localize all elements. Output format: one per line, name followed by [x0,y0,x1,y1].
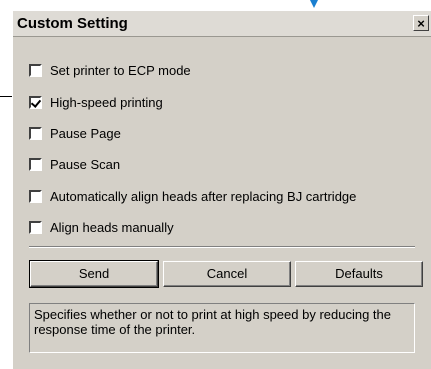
option-label: Automatically align heads after replacin… [50,188,357,204]
high-speed-checkbox[interactable] [29,95,42,109]
ecp-mode-checkbox[interactable] [29,63,42,77]
option-pause-page[interactable]: Pause Page [29,124,121,142]
option-high-speed-printing[interactable]: High-speed printing [29,93,163,111]
option-label: Align heads manually [50,219,174,235]
close-icon: × [417,16,425,31]
option-label: Pause Scan [50,156,121,172]
align-manually-checkbox[interactable] [29,220,42,234]
pause-scan-checkbox[interactable] [29,157,42,171]
description-box: Specifies whether or not to print at hig… [29,303,415,353]
option-label: Set printer to ECP mode [50,62,191,78]
dialog-title: Custom Setting [17,15,128,32]
option-label: High-speed printing [50,94,163,110]
callout-arrow-icon [310,0,318,8]
pause-page-checkbox[interactable] [29,126,42,140]
option-auto-align-heads[interactable]: Automatically align heads after replacin… [29,187,356,205]
divider [29,246,415,248]
close-button[interactable]: × [413,15,429,31]
option-label: Pause Page [50,125,121,141]
send-button[interactable]: Send [29,260,159,288]
custom-setting-dialog: Custom Setting × Set printer to ECP mode… [12,10,431,369]
auto-align-checkbox[interactable] [29,189,42,203]
defaults-button[interactable]: Defaults [295,261,423,287]
option-align-heads-manually[interactable]: Align heads manually [29,218,174,236]
option-pause-scan[interactable]: Pause Scan [29,155,120,173]
cancel-button[interactable]: Cancel [163,261,291,287]
option-ecp-mode[interactable]: Set printer to ECP mode [29,61,191,79]
title-bar: Custom Setting × [13,11,431,37]
